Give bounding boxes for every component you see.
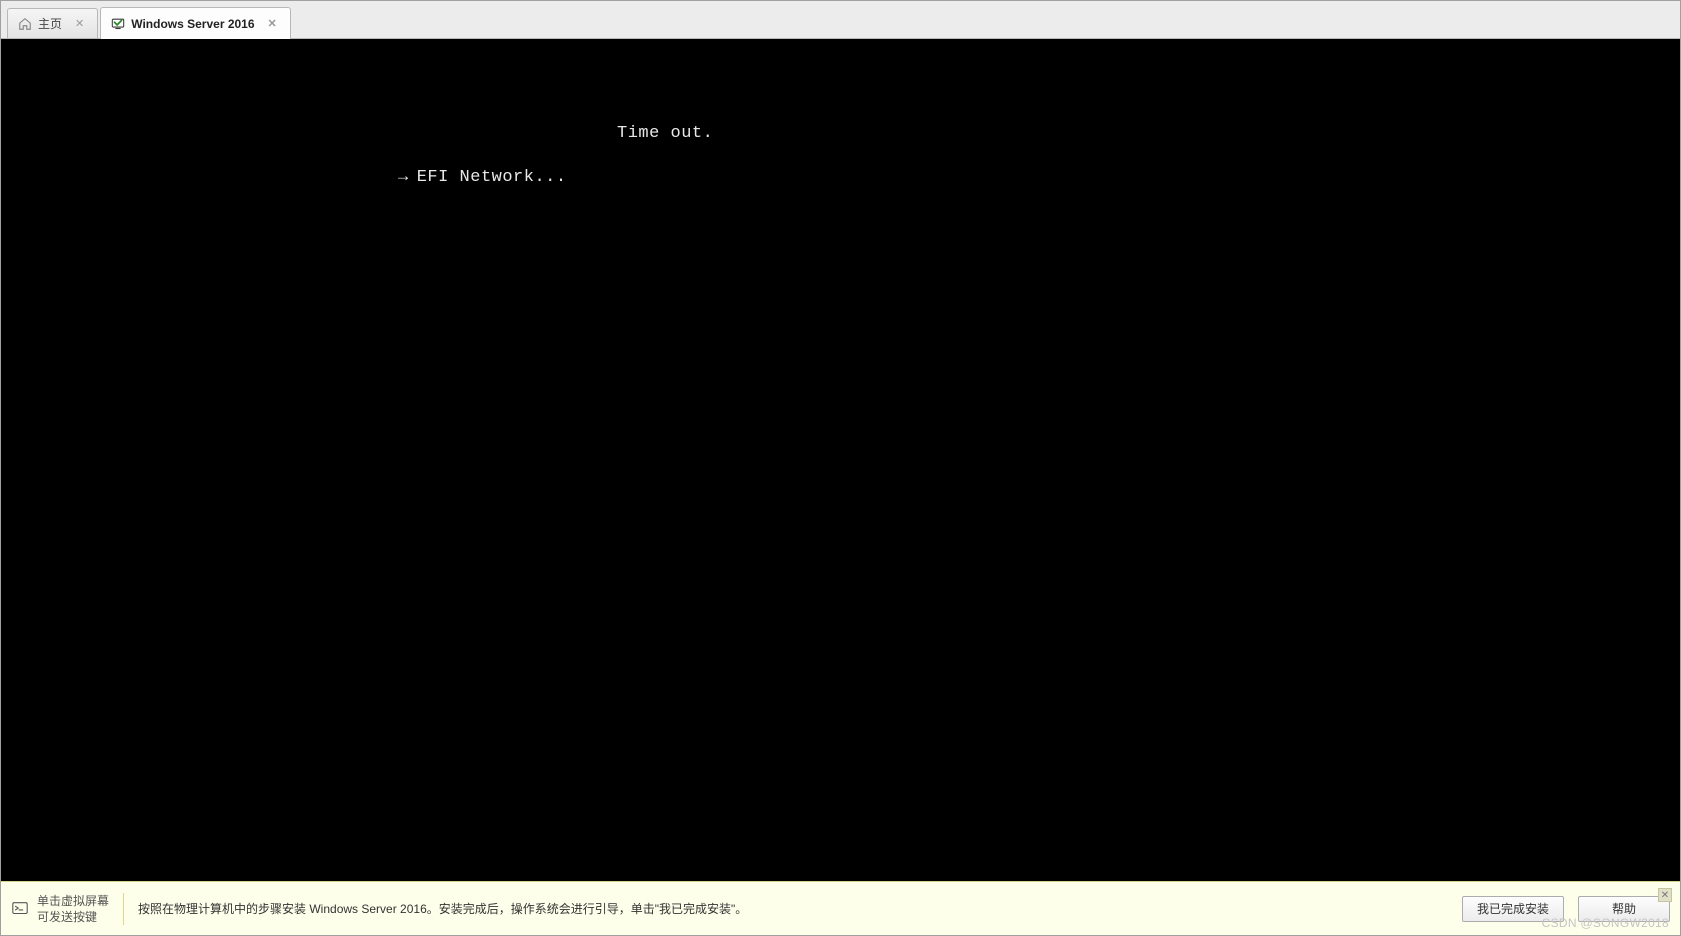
- hint-click-screen: 单击虚拟屏幕 可发送按键: [11, 893, 124, 925]
- home-icon: [18, 17, 32, 31]
- install-instruction: 按照在物理计算机中的步骤安装 Windows Server 2016。安装完成后…: [138, 900, 747, 917]
- close-icon[interactable]: ✕: [72, 17, 87, 30]
- info-bar: 单击虚拟屏幕 可发送按键 按照在物理计算机中的步骤安装 Windows Serv…: [1, 881, 1680, 935]
- close-infobar-icon[interactable]: ✕: [1658, 888, 1672, 902]
- vm-screen[interactable]: Time out. → EFI Network...: [1, 39, 1680, 881]
- boot-timeout-text: Time out.: [617, 123, 713, 145]
- console-icon: [11, 900, 29, 918]
- close-icon[interactable]: ✕: [265, 17, 280, 30]
- boot-efi-text: EFI Network...: [417, 168, 567, 187]
- vm-monitor-icon: [111, 17, 125, 31]
- boot-efi-line: → EFI Network...: [291, 145, 567, 211]
- tab-home[interactable]: 主页 ✕: [7, 8, 98, 38]
- console-area: Time out. → EFI Network...: [1, 39, 1680, 881]
- arrow-right-icon: →: [398, 167, 409, 189]
- hint-line2: 可发送按键: [37, 909, 109, 925]
- watermark: CSDN @SONGW2018: [1542, 916, 1669, 930]
- tab-vm[interactable]: Windows Server 2016 ✕: [100, 7, 291, 39]
- tab-home-label: 主页: [38, 15, 62, 32]
- app-window: 主页 ✕ Windows Server 2016 ✕ Time out. → EF…: [0, 0, 1681, 936]
- tab-vm-label: Windows Server 2016: [131, 17, 254, 31]
- hint-text: 单击虚拟屏幕 可发送按键: [37, 893, 109, 925]
- hint-line1: 单击虚拟屏幕: [37, 893, 109, 909]
- tab-bar: 主页 ✕ Windows Server 2016 ✕: [1, 1, 1680, 39]
